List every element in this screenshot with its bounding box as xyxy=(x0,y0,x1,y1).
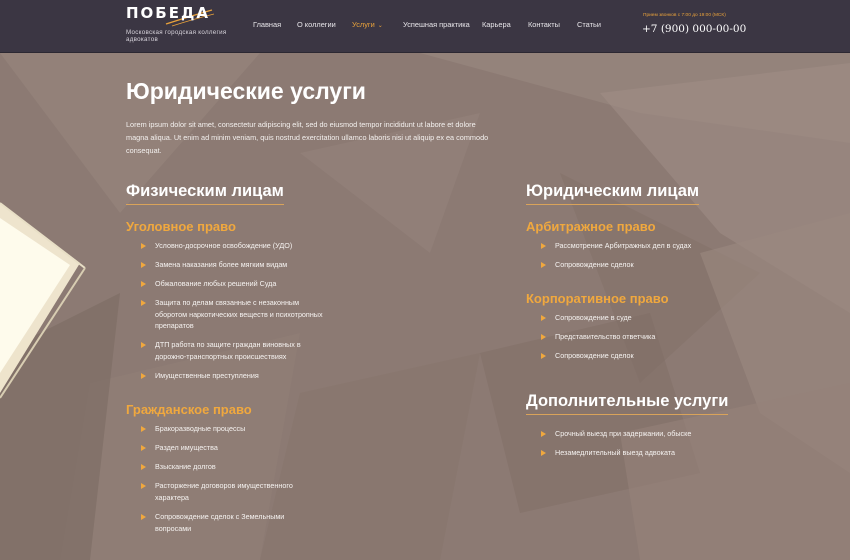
bullet-arrow-icon xyxy=(541,431,546,437)
page-title: Юридические услуги xyxy=(126,78,366,104)
section-title-individuals: Физическим лицам xyxy=(126,182,284,205)
nav-item-career[interactable]: Карьера xyxy=(482,20,511,29)
list-item[interactable]: Раздел имущества xyxy=(141,442,331,454)
list-item-label: Сопровождение в суде xyxy=(555,313,632,322)
category-title-criminal: Уголовное право xyxy=(126,219,236,234)
list-item[interactable]: Рассмотрение Арбитражных дел в судах xyxy=(541,240,741,252)
bullet-arrow-icon xyxy=(141,445,146,451)
bullet-arrow-icon xyxy=(541,315,546,321)
category-title-corporate: Корпоративное право xyxy=(526,291,669,306)
list-item[interactable]: Имущественные преступления xyxy=(141,370,331,382)
list-item-label: Представительство ответчика xyxy=(555,332,656,341)
bullet-arrow-icon xyxy=(141,262,146,268)
logo-subtitle: Московская городская коллегия адвокатов xyxy=(126,29,227,43)
list-item-label: Расторжение договоров имущественного хар… xyxy=(155,481,293,502)
list-item[interactable]: Бракоразводные процессы xyxy=(141,423,331,435)
list-item[interactable]: Сопровождение сделок xyxy=(541,259,741,271)
list-item-label: Условно-досрочное освобождение (УДО) xyxy=(155,241,293,250)
logo[interactable]: ПОБЕДА Московская городская коллегия адв… xyxy=(126,4,226,46)
list-item-label: Взыскание долгов xyxy=(155,462,216,471)
logo-word: ПОБЕДА xyxy=(126,4,210,22)
bullet-arrow-icon xyxy=(141,464,146,470)
list-item[interactable]: Защита по делам связанные с незаконным о… xyxy=(141,297,326,332)
nav-item-about[interactable]: О коллегии xyxy=(297,20,336,29)
bullet-arrow-icon xyxy=(141,483,146,489)
list-item[interactable]: Замена наказания более мягким видам xyxy=(141,259,331,271)
list-item[interactable]: Сопровождение в суде xyxy=(541,312,741,324)
list-item-label: Защита по делам связанные с незаконным о… xyxy=(155,298,323,330)
list-item-label: Раздел имущества xyxy=(155,443,218,452)
list-item-label: Сопровождение сделок xyxy=(555,260,634,269)
chevron-down-icon: ⌄ xyxy=(377,23,383,29)
list-item-label: Незамедлительный выезд адвоката xyxy=(555,448,675,457)
intro-text: Lorem ipsum dolor sit amet, consectetur … xyxy=(126,120,489,155)
bullet-arrow-icon xyxy=(541,353,546,359)
bullet-arrow-icon xyxy=(541,450,546,456)
list-item[interactable]: Условно-досрочное освобождение (УДО) xyxy=(141,240,331,252)
nav-item-contacts[interactable]: Контакты xyxy=(528,20,560,29)
list-item[interactable]: Расторжение договоров имущественного хар… xyxy=(141,480,316,503)
section-title-additional: Дополнительные услуги xyxy=(526,392,729,415)
category-title-civil: Гражданское право xyxy=(126,402,252,417)
list-item[interactable]: Обжалование любых решений Суда xyxy=(141,278,331,290)
nav-item-services-label: Услуги xyxy=(352,20,375,29)
section-title-entities: Юридическим лицам xyxy=(526,182,700,205)
list-item[interactable]: Сопровождение сделок xyxy=(541,350,741,362)
list-item-label: Срочный выезд при задержании, обыске xyxy=(555,429,692,438)
list-item[interactable]: Незамедлительный выезд адвоката xyxy=(541,447,741,459)
list-item[interactable]: Срочный выезд при задержании, обыске xyxy=(541,428,741,440)
bullet-arrow-icon xyxy=(141,373,146,379)
bullet-arrow-icon xyxy=(541,334,546,340)
list-item[interactable]: Сопровождение сделок с Земельными вопрос… xyxy=(141,511,301,534)
bullet-arrow-icon xyxy=(541,243,546,249)
list-item[interactable]: Взыскание долгов xyxy=(141,461,331,473)
nav-item-services[interactable]: Услуги ⌄ xyxy=(352,20,383,29)
list-item-label: ДТП работа по защите граждан виновных в … xyxy=(155,340,301,361)
list-item-label: Обжалование любых решений Суда xyxy=(155,279,277,288)
bullet-arrow-icon xyxy=(141,243,146,249)
site-header: ПОБЕДА Московская городская коллегия адв… xyxy=(0,0,850,53)
phone-number[interactable]: +7 (900) 000-00-00 xyxy=(642,23,746,35)
bullet-arrow-icon xyxy=(541,262,546,268)
list-item-label: Замена наказания более мягким видам xyxy=(155,260,288,269)
list-item-label: Имущественные преступления xyxy=(155,371,259,380)
list-item-label: Сопровождение сделок с Земельными вопрос… xyxy=(155,512,285,533)
nav-item-articles[interactable]: Статьи xyxy=(577,20,601,29)
list-item-label: Сопровождение сделок xyxy=(555,351,634,360)
bullet-arrow-icon xyxy=(141,426,146,432)
bullet-arrow-icon xyxy=(141,281,146,287)
call-hours: Прием звонков с 7:00 до 19:00 (МСК) xyxy=(643,13,726,18)
bullet-arrow-icon xyxy=(141,342,146,348)
nav-item-home[interactable]: Главная xyxy=(253,20,281,29)
bullet-arrow-icon xyxy=(141,514,146,520)
list-item-label: Бракоразводные процессы xyxy=(155,424,246,433)
list-item[interactable]: ДТП работа по защите граждан виновных в … xyxy=(141,339,326,362)
bullet-arrow-icon xyxy=(141,300,146,306)
list-item-label: Рассмотрение Арбитражных дел в судах xyxy=(555,241,692,250)
category-title-arbitration: Арбитражное право xyxy=(526,219,656,234)
nav-item-practice[interactable]: Успешная практика xyxy=(403,20,470,29)
list-item[interactable]: Представительство ответчика xyxy=(541,331,741,343)
